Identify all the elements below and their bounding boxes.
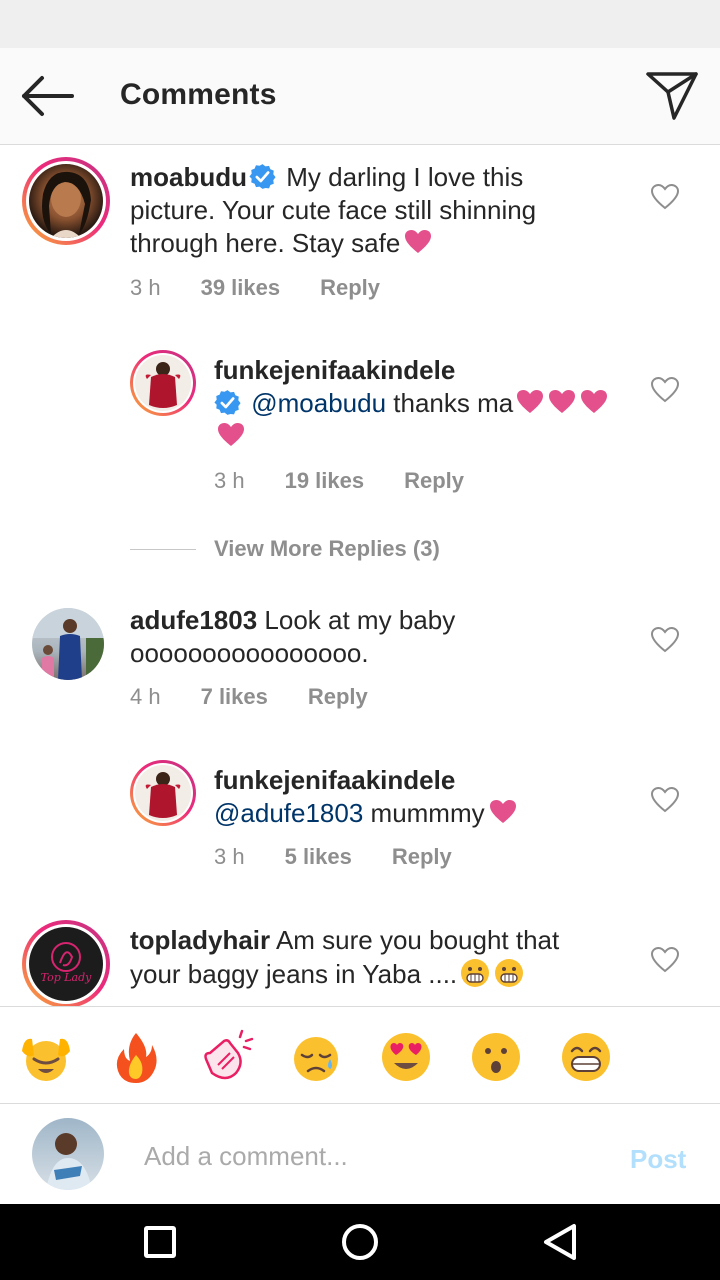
comment-text: topladyhair Am sure you bought that your… [130, 924, 600, 991]
comment-likes[interactable]: 7 likes [201, 684, 268, 710]
mention-link[interactable]: @moabudu [251, 388, 386, 418]
comment-composer: Post [0, 1104, 720, 1204]
verified-badge-icon [214, 390, 241, 415]
profile-photo-icon [51, 942, 81, 972]
square-icon [144, 1226, 176, 1258]
arrow-left-icon [22, 76, 74, 116]
triangle-back-icon [544, 1224, 576, 1260]
avatar[interactable] [130, 350, 196, 416]
like-button[interactable] [650, 183, 680, 211]
raising-hands-icon[interactable] [18, 1029, 74, 1085]
heart-eyes-icon[interactable] [378, 1029, 434, 1085]
comment-username[interactable]: moabudu [130, 162, 247, 192]
comment-likes[interactable]: 39 likes [201, 275, 281, 301]
reply-button[interactable]: Reply [320, 275, 380, 301]
paper-plane-icon [646, 72, 698, 120]
profile-photo-icon [42, 171, 91, 238]
comment-text: funkejenifaakindele @moabudu thanks ma [214, 354, 614, 453]
grimacing-face-icon [461, 959, 490, 987]
back-button[interactable] [18, 74, 78, 118]
comment-time: 3 h [214, 468, 245, 493]
crying-face-icon[interactable] [288, 1029, 344, 1085]
page-title: Comments [120, 78, 277, 111]
app-bar: Comments [0, 48, 720, 145]
like-button[interactable] [650, 946, 680, 974]
like-button[interactable] [650, 626, 680, 654]
share-button[interactable] [644, 70, 700, 122]
fire-icon[interactable] [108, 1029, 164, 1085]
comment-likes[interactable]: 19 likes [285, 468, 365, 494]
avatar-logo-text: Top Lady [40, 971, 92, 984]
comment-time: 3 h [130, 275, 161, 300]
comment-text: moabudu My darling I love this picture. … [130, 161, 600, 260]
reply-button[interactable]: Reply [308, 684, 368, 710]
comment-body: mummmy [370, 798, 485, 828]
pink-heart-icon [517, 390, 544, 413]
pink-heart-icon [581, 390, 608, 413]
comment-username[interactable]: funkejenifaakindele [214, 355, 455, 385]
recents-button[interactable] [140, 1222, 180, 1262]
current-user-avatar[interactable] [32, 1118, 104, 1190]
comment-meta: 4 h 7 likes Reply [130, 684, 408, 710]
verified-badge-icon [249, 164, 276, 189]
comment-time: 3 h [214, 844, 245, 869]
avatar[interactable]: Top Lady [22, 920, 110, 1006]
heart-outline-icon [650, 786, 680, 813]
comment-username[interactable]: funkejenifaakindele [214, 765, 455, 795]
avatar[interactable] [22, 157, 110, 245]
comment-meta: 3 h 39 likes Reply [130, 275, 420, 301]
post-button[interactable]: Post [630, 1144, 686, 1175]
back-nav-button[interactable] [540, 1222, 580, 1262]
circle-icon [342, 1224, 378, 1260]
heart-outline-icon [650, 946, 680, 973]
status-bar [0, 0, 720, 48]
like-button[interactable] [650, 376, 680, 404]
pink-heart-icon [405, 230, 432, 253]
comment-text: funkejenifaakindele @adufe1803 mummmy [214, 764, 614, 830]
divider [130, 548, 196, 550]
profile-photo-icon [145, 772, 181, 818]
pink-heart-icon [218, 423, 244, 446]
comment-text: adufe1803 Look at my baby oooooooooooooo… [130, 604, 600, 670]
view-more-replies-button[interactable]: View More Replies (3) [130, 534, 440, 564]
reply-button[interactable]: Reply [404, 468, 464, 494]
profile-photo-icon [46, 1133, 92, 1190]
reply-button[interactable]: Reply [392, 844, 452, 870]
profile-photo-icon [145, 362, 181, 408]
comment-username[interactable]: adufe1803 [130, 605, 257, 635]
comment-input[interactable] [130, 1134, 600, 1178]
grinning-face-icon[interactable] [558, 1029, 614, 1085]
quick-emoji-bar [0, 1006, 720, 1104]
system-nav-bar [0, 1204, 720, 1280]
home-button[interactable] [340, 1222, 380, 1262]
view-more-replies-label: View More Replies (3) [214, 536, 440, 561]
comment-item: Top Lady topladyhair Am sure you bought … [0, 918, 720, 1006]
comment-meta: 3 h 19 likes Reply [214, 468, 504, 494]
heart-outline-icon [650, 183, 680, 210]
mention-link[interactable]: @adufe1803 [214, 798, 363, 828]
comment-time: 4 h [130, 684, 161, 709]
comment-username[interactable]: topladyhair [130, 925, 270, 955]
avatar[interactable] [32, 608, 104, 680]
comment-likes[interactable]: 5 likes [285, 844, 352, 870]
pink-heart-icon [489, 800, 516, 823]
heart-outline-icon [650, 376, 680, 403]
surprised-face-icon[interactable] [468, 1029, 524, 1085]
heart-outline-icon [650, 626, 680, 653]
avatar[interactable] [130, 760, 196, 826]
comment-meta: 3 h 5 likes Reply [214, 844, 492, 870]
grimacing-face-icon [495, 959, 524, 987]
comment-body: thanks ma [393, 388, 514, 418]
pink-heart-icon [549, 390, 576, 413]
clapping-hands-icon[interactable] [198, 1029, 254, 1085]
like-button[interactable] [650, 786, 680, 814]
profile-photo-icon [32, 608, 104, 680]
